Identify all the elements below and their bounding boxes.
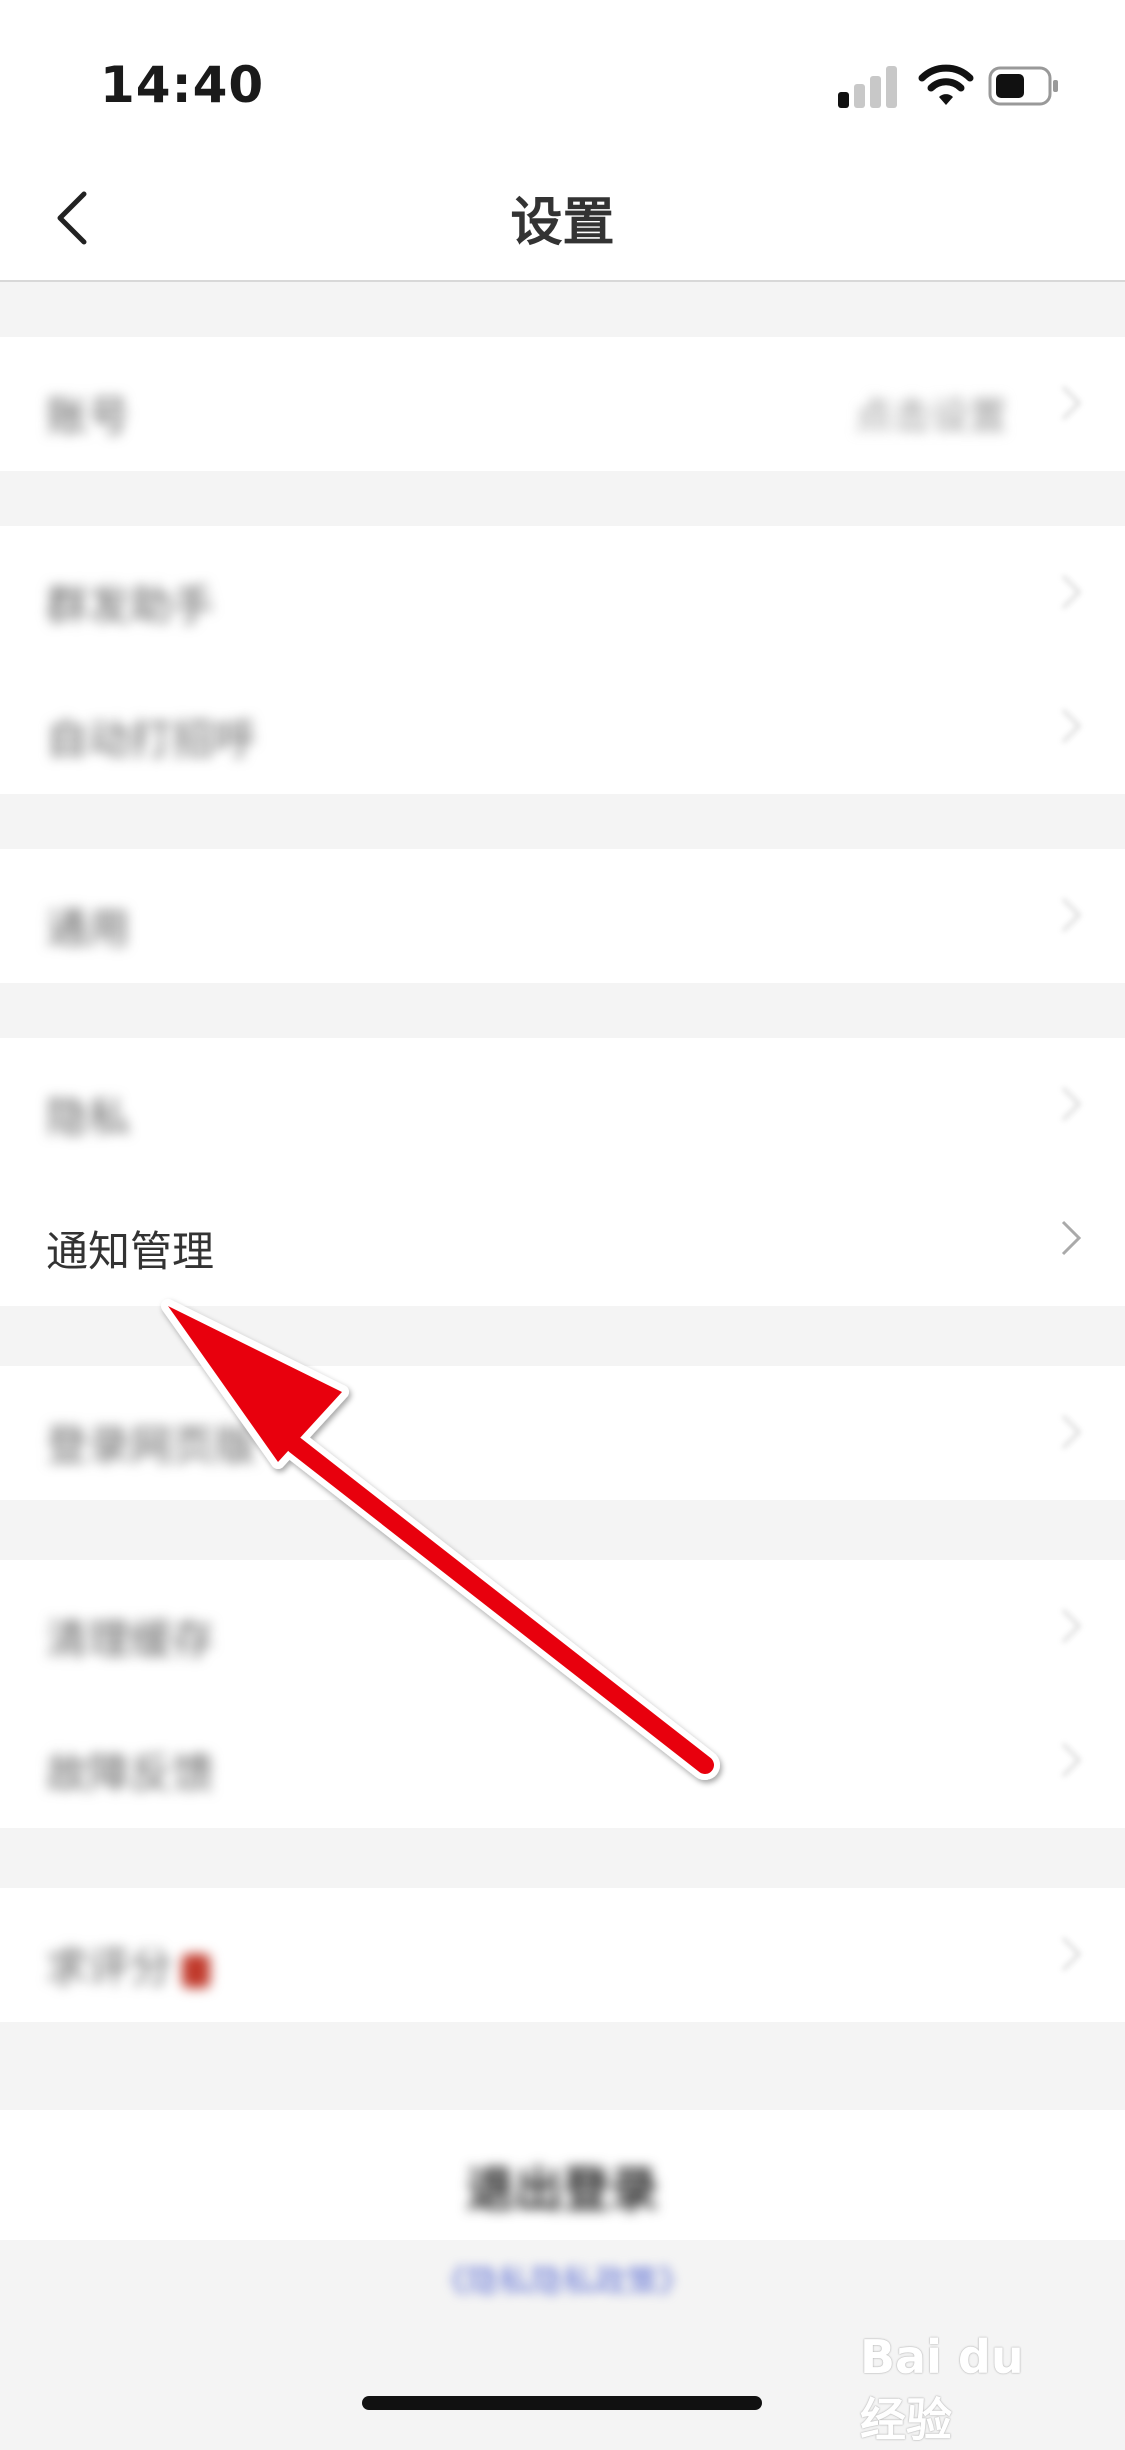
settings-item-label: 隐私 xyxy=(46,1093,131,1142)
chevron-right-icon xyxy=(1061,1608,1082,1644)
settings-item-clear-cache[interactable]: 清理缓存 xyxy=(0,1560,1125,1694)
chevron-right-icon xyxy=(1061,574,1082,610)
status-bar: 14:40 xyxy=(0,0,1125,150)
settings-item-label: 通用 xyxy=(46,904,131,953)
settings-list: 账号 点击设置 群发助手 自动打招呼 通用 隐私 通知管理 登录网页版 清理缓存… xyxy=(0,282,1125,2022)
signal-icon xyxy=(838,66,898,108)
rate-us-text: 求评分 xyxy=(46,1943,173,1992)
settings-item-label: 求评分 xyxy=(46,1934,211,1995)
chevron-right-icon xyxy=(1061,1086,1082,1122)
settings-item-login-web[interactable]: 登录网页版 xyxy=(0,1366,1125,1500)
privacy-policy-link[interactable]: 《隐私隐私政策》 xyxy=(0,2256,1125,2302)
chevron-right-icon xyxy=(1061,1936,1082,1972)
watermark-text: Bai du 经验 xyxy=(860,2330,1024,2447)
settings-item-label: 故障反馈 xyxy=(46,1749,215,1798)
settings-item-label: 通知管理 xyxy=(46,1227,215,1276)
settings-item-label: 账号 xyxy=(46,392,131,441)
chevron-right-icon xyxy=(1061,1220,1082,1256)
settings-item-label: 自动打招呼 xyxy=(46,715,257,764)
page-title: 设置 xyxy=(510,193,615,253)
settings-item-auto-greet[interactable]: 自动打招呼 xyxy=(0,660,1125,794)
home-indicator[interactable] xyxy=(362,2396,762,2410)
settings-item-privacy[interactable]: 隐私 xyxy=(0,1038,1125,1172)
nav-bar: 设置 xyxy=(0,150,1125,282)
settings-item-label: 登录网页版 xyxy=(46,1421,257,1470)
chevron-right-icon xyxy=(1061,385,1082,421)
settings-item-label: 群发助手 xyxy=(46,581,215,630)
settings-item-general[interactable]: 通用 xyxy=(0,849,1125,983)
chevron-right-icon xyxy=(1061,897,1082,933)
settings-item-account[interactable]: 账号 点击设置 xyxy=(0,337,1125,471)
settings-item-value: 点击设置 xyxy=(854,394,1007,438)
status-time: 14:40 xyxy=(100,56,265,114)
settings-item-rate-us[interactable]: 求评分 xyxy=(0,1888,1125,2022)
settings-item-group-assistant[interactable]: 群发助手 xyxy=(0,526,1125,660)
settings-item-label: 清理缓存 xyxy=(46,1615,215,1664)
logout-button[interactable]: 退出登录 xyxy=(0,2110,1125,2240)
chevron-right-icon xyxy=(1061,708,1082,744)
battery-icon xyxy=(988,66,1058,106)
wifi-icon xyxy=(918,64,974,105)
settings-item-feedback[interactable]: 故障反馈 xyxy=(0,1694,1125,1828)
settings-item-notifications[interactable]: 通知管理 xyxy=(0,1172,1125,1306)
red-envelope-icon xyxy=(182,1953,211,1988)
baidu-jingyan-watermark: Bai du 经验 xyxy=(860,2316,1080,2447)
chevron-right-icon xyxy=(1061,1742,1082,1778)
chevron-right-icon xyxy=(1061,1414,1082,1450)
logout-label: 退出登录 xyxy=(466,2162,659,2218)
